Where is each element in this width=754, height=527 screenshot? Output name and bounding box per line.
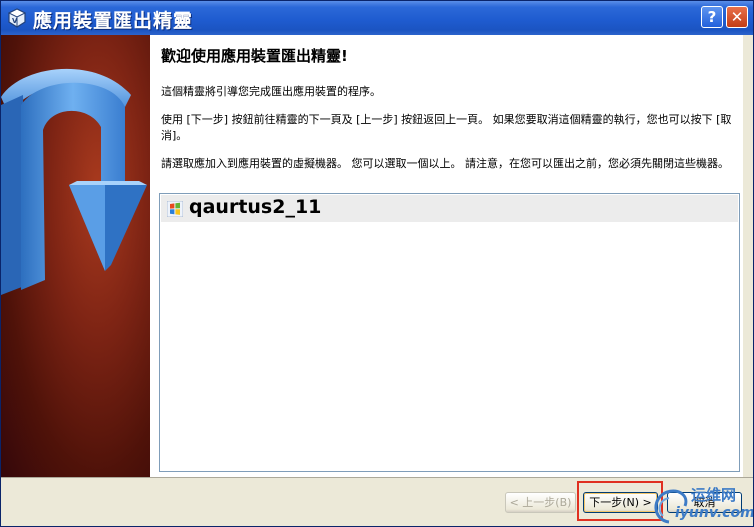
list-item[interactable]: qaurtus2_11 [161, 195, 738, 222]
intro-text: 這個精靈將引導您完成匯出應用裝置的程序。 [161, 85, 381, 98]
wizard-heading: 歡迎使用應用裝置匯出精靈! [161, 47, 348, 65]
wizard-side-banner [1, 35, 150, 477]
svg-text:V: V [12, 17, 18, 25]
export-appliance-wizard-window: V 應用裝置匯出精靈 ? ✕ 歡迎使用應用裝置匯出精靈! 這個精靈將引導您完成匯… [0, 0, 754, 527]
vm-name: qaurtus2_11 [189, 196, 322, 218]
window-frame-right [743, 35, 753, 477]
help-button[interactable]: ? [701, 6, 723, 28]
title-bar[interactable]: V 應用裝置匯出精靈 ? ✕ [1, 1, 753, 35]
close-button[interactable]: ✕ [726, 6, 748, 28]
navigation-instructions: 使用 [下一步] 按鈕前往精靈的下一頁及 [上一步] 按鈕返回上一頁。 如果您要… [161, 113, 732, 142]
windows-xp-icon [167, 201, 183, 217]
next-button[interactable]: 下一步(N) > [583, 492, 658, 513]
vm-list[interactable]: qaurtus2_11 [159, 193, 740, 472]
virtualbox-icon: V [7, 8, 27, 28]
back-button[interactable]: < 上一步(B) [505, 492, 576, 513]
cancel-button[interactable]: 取消 [667, 492, 742, 513]
select-vm-instructions: 請選取應加入到應用裝置的虛擬機器。 您可以選取一個以上。 請注意，在您可以匯出之… [161, 157, 729, 170]
curved-arrow-graphic [1, 68, 147, 295]
wizard-button-bar: < 上一步(B) 下一步(N) > 取消 [1, 477, 753, 526]
wizard-content: 歡迎使用應用裝置匯出精靈! 這個精靈將引導您完成匯出應用裝置的程序。 使用 [下… [150, 35, 743, 477]
window-title: 應用裝置匯出精靈 [33, 10, 194, 32]
